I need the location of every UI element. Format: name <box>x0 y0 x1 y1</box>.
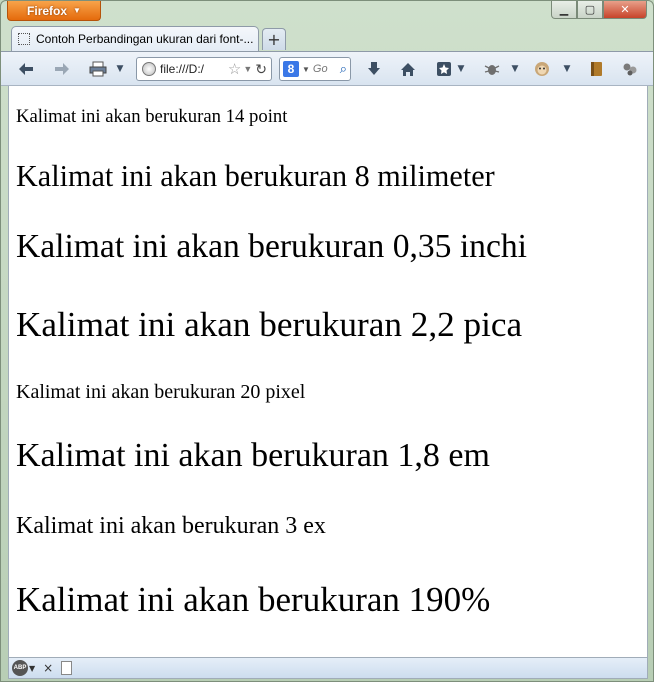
download-icon[interactable] <box>363 57 385 81</box>
print-icon[interactable] <box>87 57 109 81</box>
chevron-down-icon: ▼ <box>73 6 81 15</box>
chevron-down-icon[interactable]: ▼ <box>29 664 35 673</box>
puzzle-addon-icon[interactable] <box>619 57 641 81</box>
chevron-down-icon[interactable]: ▼ <box>561 57 573 81</box>
search-icon[interactable]: ⌕ <box>340 61 347 77</box>
firefox-menu-button[interactable]: Firefox ▼ <box>7 1 101 21</box>
back-arrow-icon[interactable] <box>15 57 37 81</box>
close-icon[interactable]: × <box>43 661 53 675</box>
search-input[interactable]: Go <box>313 63 340 75</box>
firefox-menu-label: Firefox <box>27 3 68 18</box>
title-bar: Firefox ▼ ▁ ▢ ✕ <box>1 1 653 23</box>
home-icon[interactable] <box>397 57 419 81</box>
chevron-down-icon[interactable]: ▼ <box>113 57 127 81</box>
text-line-14pt: Kalimat ini akan berukuran 14 point <box>16 106 288 127</box>
text-line-0-35in: Kalimat ini akan berukuran 0,35 inchi <box>16 228 527 265</box>
text-line-8mm: Kalimat ini akan berukuran 8 milimeter <box>16 159 495 193</box>
bookmarks-menu-icon[interactable] <box>433 57 455 81</box>
tab-title: Contoh Perbandingan ukuran dari font-... <box>36 32 254 46</box>
search-bar[interactable]: 8 ▼ Go ⌕ <box>279 57 351 81</box>
navigation-toolbar: ▼ file:///D:/ ☆ ▼ ↻ 8 ▼ Go ⌕ ▼ ▼ ▼ <box>1 51 653 86</box>
text-line-2-2pc: Kalimat ini akan berukuran 2,2 pica <box>16 305 523 344</box>
notebook-icon[interactable] <box>585 57 607 81</box>
google-icon[interactable]: 8 <box>283 61 299 77</box>
text-line-20px: Kalimat ini akan berukuran 20 pixel <box>16 381 306 403</box>
bookmark-star-icon[interactable]: ☆ <box>228 60 241 78</box>
tab-strip: Contoh Perbandingan ukuran dari font-...… <box>1 23 653 51</box>
text-line-3ex: Kalimat ini akan berukuran 3 ex <box>16 513 326 539</box>
monkey-addon-icon[interactable] <box>531 57 553 81</box>
window-controls: ▁ ▢ ✕ <box>551 1 647 19</box>
browser-window: Firefox ▼ ▁ ▢ ✕ Contoh Perbandingan ukur… <box>0 0 654 682</box>
url-bar[interactable]: file:///D:/ ☆ ▼ ↻ <box>136 57 272 81</box>
addon-bug-icon[interactable] <box>481 57 503 81</box>
page-icon[interactable] <box>61 661 73 675</box>
forward-arrow-icon[interactable] <box>51 57 73 81</box>
adblock-icon[interactable]: ABP <box>12 660 28 676</box>
chevron-down-icon[interactable]: ▼ <box>302 65 310 74</box>
page-favicon-icon <box>18 33 30 45</box>
status-bar: ABP ▼ × <box>8 657 648 679</box>
maximize-button[interactable]: ▢ <box>577 1 603 19</box>
new-tab-button[interactable]: + <box>262 28 286 50</box>
close-window-button[interactable]: ✕ <box>603 1 647 19</box>
chevron-down-icon[interactable]: ▼ <box>243 64 252 74</box>
text-line-1-8em: Kalimat ini akan berukuran 1,8 em <box>16 437 490 474</box>
reload-icon[interactable]: ↻ <box>255 61 267 78</box>
chevron-down-icon[interactable]: ▼ <box>455 57 467 81</box>
page-content: Kalimat ini akan berukuran 14 point Kali… <box>8 86 648 657</box>
minimize-button[interactable]: ▁ <box>551 1 577 19</box>
globe-icon <box>142 62 156 76</box>
url-text[interactable]: file:///D:/ <box>160 62 228 76</box>
chevron-down-icon[interactable]: ▼ <box>509 57 521 81</box>
tab-active[interactable]: Contoh Perbandingan ukuran dari font-... <box>11 26 259 51</box>
text-line-190pct: Kalimat ini akan berukuran 190% <box>16 580 491 619</box>
